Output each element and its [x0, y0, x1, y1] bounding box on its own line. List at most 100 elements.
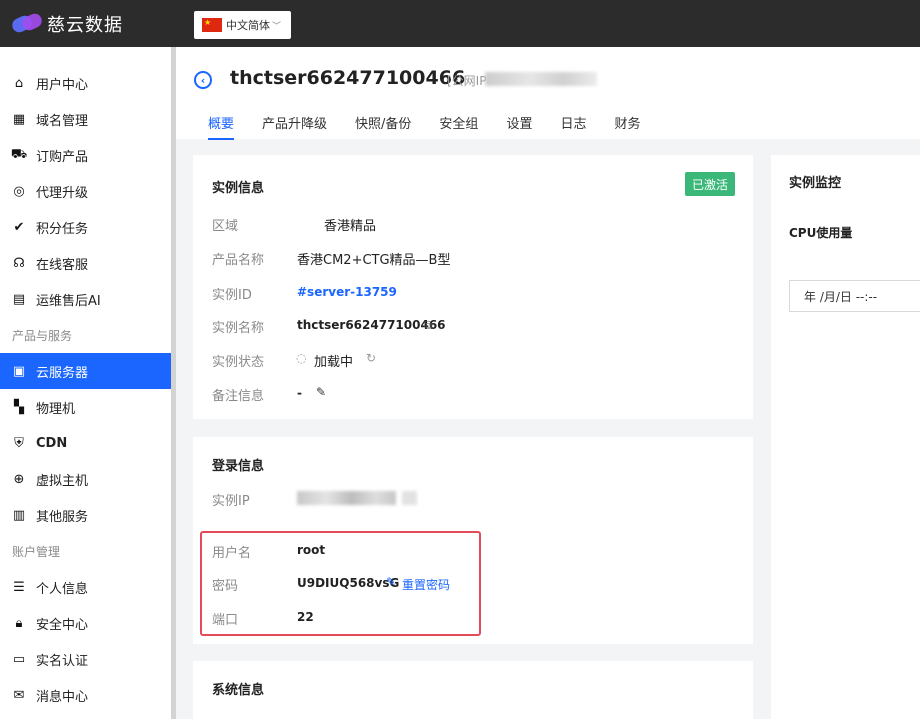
sidebar-item-security[interactable]: 🔒︎ 安全中心 [0, 605, 171, 641]
tab-upgrade[interactable]: 产品升降级 [262, 113, 327, 140]
sidebar-item-label: 物理机 [36, 401, 76, 417]
sidebar-item-label: 运维售后AI [36, 293, 101, 309]
doc-icon: ▤ [12, 291, 26, 307]
sidebar-item-profile[interactable]: ☰ 个人信息 [0, 569, 171, 605]
monitor-title: 实例监控 [789, 176, 842, 191]
instance-status-value: 加载中 [314, 355, 354, 370]
mail-icon: ✉ [13, 687, 25, 703]
status-badge: 已激活 [685, 172, 735, 196]
refresh-icon[interactable]: ↻ [366, 351, 376, 365]
sidebar-item-label: CDN [36, 435, 68, 451]
cart-icon: ⛟ [10, 146, 28, 162]
instance-id-link[interactable]: #server-13759 [297, 285, 397, 299]
tab-logs[interactable]: 日志 [560, 113, 586, 140]
port-value: 22 [297, 610, 314, 624]
page-title: thctser662477100466 [230, 67, 466, 89]
port-label: 端口 [212, 613, 239, 628]
back-icon[interactable]: ‹ [194, 71, 212, 89]
username-label: 用户名 [212, 546, 252, 561]
edit-icon[interactable]: ✎ [316, 385, 326, 399]
instance-info-card [193, 155, 753, 419]
sidebar-group-products: 产品与服务 [12, 329, 73, 343]
fingerprint-icon: ◎ [13, 183, 25, 199]
book-icon: ▥ [12, 507, 26, 523]
sidebar-item-other[interactable]: ▥ 其他服务 [0, 497, 171, 533]
sidebar-scrollbar[interactable] [171, 47, 176, 719]
instance-name-label: 实例名称 [212, 321, 265, 336]
sidebar-item-agent[interactable]: ◎ 代理升级 [0, 173, 171, 209]
china-flag-icon [202, 18, 222, 32]
sidebar-item-label: 消息中心 [36, 689, 89, 705]
headset-icon: ☊ [13, 255, 25, 271]
grid-icon: ▦ [12, 111, 26, 127]
sidebar-item-messages[interactable]: ✉ 消息中心 [0, 677, 171, 713]
chevron-down-icon: ﹀ [272, 21, 282, 32]
sidebar-item-cdn[interactable]: ⛨ CDN [0, 425, 171, 461]
date-time-placeholder: 年 /月/日 --:-- [804, 289, 878, 304]
tab-finance[interactable]: 财务 [614, 113, 640, 140]
sidebar-item-physical[interactable]: ▚ 物理机 [0, 389, 171, 425]
date-time-input[interactable]: 年 /月/日 --:-- [789, 280, 920, 312]
tab-overview[interactable]: 概要 [208, 113, 235, 140]
sidebar-item-label: 用户中心 [36, 77, 89, 93]
copy-icon[interactable]: ⧉ [424, 318, 433, 333]
sidebar-item-order[interactable]: ⛟ 订购产品 [0, 137, 171, 173]
sidebar-item-support[interactable]: ☊ 在线客服 [0, 245, 171, 281]
instance-ip-label: 实例IP [212, 494, 250, 509]
sidebar-item-label: 代理升级 [36, 185, 89, 201]
brand-logo[interactable]: 慈云数据 [9, 11, 123, 37]
globe-icon: ⊕ [13, 471, 25, 487]
instance-status-label: 实例状态 [212, 355, 265, 370]
sidebar-item-label: 其他服务 [36, 509, 89, 525]
sidebar-item-label: 域名管理 [36, 113, 89, 129]
remark-value: - [297, 386, 302, 400]
username-value: root [297, 543, 326, 557]
language-selector[interactable]: 中文简体 ﹀ [194, 11, 291, 39]
instance-ip-redacted [297, 491, 396, 505]
password-label: 密码 [212, 579, 239, 594]
reset-password-link[interactable]: 重置密码 [402, 576, 450, 593]
top-bar: 慈云数据 中文简体 ﹀ [0, 0, 920, 47]
card-icon: ▭ [12, 651, 26, 667]
sidebar-item-points[interactable]: ✔ 积分任务 [0, 209, 171, 245]
sidebar-item-label: 实名认证 [36, 653, 89, 669]
shield-icon: ⛨ [14, 435, 24, 451]
system-info-title: 系统信息 [212, 683, 265, 698]
qr-icon: ▚ [14, 399, 24, 415]
language-label: 中文简体 [226, 19, 270, 32]
password-value: U9DIUQ568vsG [297, 576, 400, 590]
sidebar-item-user-center[interactable]: ⌂ 用户中心 [0, 65, 171, 101]
sidebar-item-domain[interactable]: ▦ 域名管理 [0, 101, 171, 137]
sidebar-item-label: 安全中心 [36, 617, 89, 633]
system-info-card [193, 661, 753, 719]
sidebar-item-label: 虚拟主机 [36, 473, 89, 489]
tab-settings[interactable]: 设置 [506, 113, 532, 140]
sidebar-item-vhost[interactable]: ⊕ 虚拟主机 [0, 461, 171, 497]
login-info-title: 登录信息 [212, 459, 265, 474]
brand-name: 慈云数据 [47, 15, 123, 36]
region-value: 香港精品 [324, 219, 377, 234]
apps-icon: ▣ [12, 363, 26, 379]
tab-bar: 概要 产品升降级 快照/备份 安全组 设置 日志 财务 [195, 113, 668, 140]
reset-password-icon: ✎ [386, 575, 397, 589]
lock-icon: 🔒︎ [15, 615, 23, 631]
sidebar-item-label: 个人信息 [36, 581, 89, 597]
product-name-label: 产品名称 [212, 253, 265, 268]
instance-id-label: 实例ID [212, 288, 252, 303]
public-ip-label: [公网IP [447, 74, 487, 88]
product-name-value: 香港CM2+CTG精品—B型 [297, 253, 451, 268]
region-label: 区域 [212, 219, 239, 234]
public-ip-redacted [485, 72, 597, 86]
sidebar-item-label: 订购产品 [36, 149, 89, 165]
sidebar-item-cloud-server[interactable]: ▣ 云服务器 [0, 353, 171, 389]
instance-info-title: 实例信息 [212, 181, 265, 196]
sidebar-item-realname[interactable]: ▭ 实名认证 [0, 641, 171, 677]
home-icon: ⌂ [14, 75, 24, 91]
tab-security-group[interactable]: 安全组 [439, 113, 478, 140]
logo-icon [9, 11, 45, 35]
cpu-usage-label: CPU使用量 [789, 226, 853, 240]
sidebar-item-label: 积分任务 [36, 221, 89, 237]
instance-ip-copy-redacted [402, 491, 417, 505]
tab-snapshot[interactable]: 快照/备份 [355, 113, 411, 140]
sidebar-item-ai[interactable]: ▤ 运维售后AI [0, 281, 171, 317]
